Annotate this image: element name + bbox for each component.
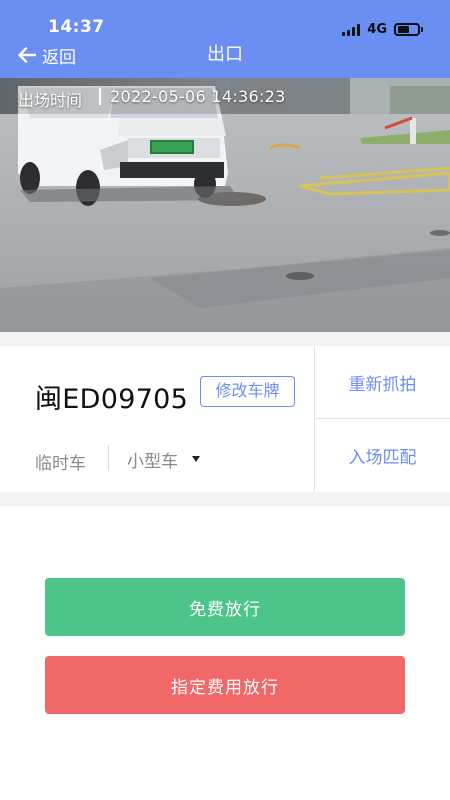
vehicle-size-select[interactable]: 小型车 [127,446,200,472]
paid-release-button[interactable]: 指定费用放行 [45,656,405,714]
vehicle-size-value: 小型车 [127,451,178,472]
overlay-divider [99,88,101,105]
edit-plate-button[interactable]: 修改车牌 [200,376,295,407]
type-divider [108,445,109,471]
entry-match-button[interactable]: 入场匹配 [315,419,450,491]
arrow-left-icon [18,47,36,63]
status-time: 14:37 [48,17,105,37]
battery-icon [394,22,423,36]
header-bar: 14:37 4G 返回 出口 [0,0,450,78]
license-plate: 闽ED09705 [35,384,189,415]
exit-timestamp: 2022-05-06 14:36:23 [110,87,286,106]
status-indicators: 4G [342,20,423,38]
free-release-button[interactable]: 免费放行 [45,578,405,636]
signal-icon [342,23,361,36]
recapture-button[interactable]: 重新抓拍 [315,346,450,418]
back-label: 返回 [42,47,76,68]
vehicle-type-label: 临时车 [35,454,86,474]
network-type: 4G [367,21,387,37]
capture-photo: 出场时间 2022-05-06 14:36:23 [0,78,450,332]
section-gap [0,492,450,506]
back-button[interactable]: 返回 [18,42,76,68]
section-gap [0,332,450,346]
exit-time-label: 出场时间 [18,91,83,110]
caret-down-icon [192,456,200,462]
